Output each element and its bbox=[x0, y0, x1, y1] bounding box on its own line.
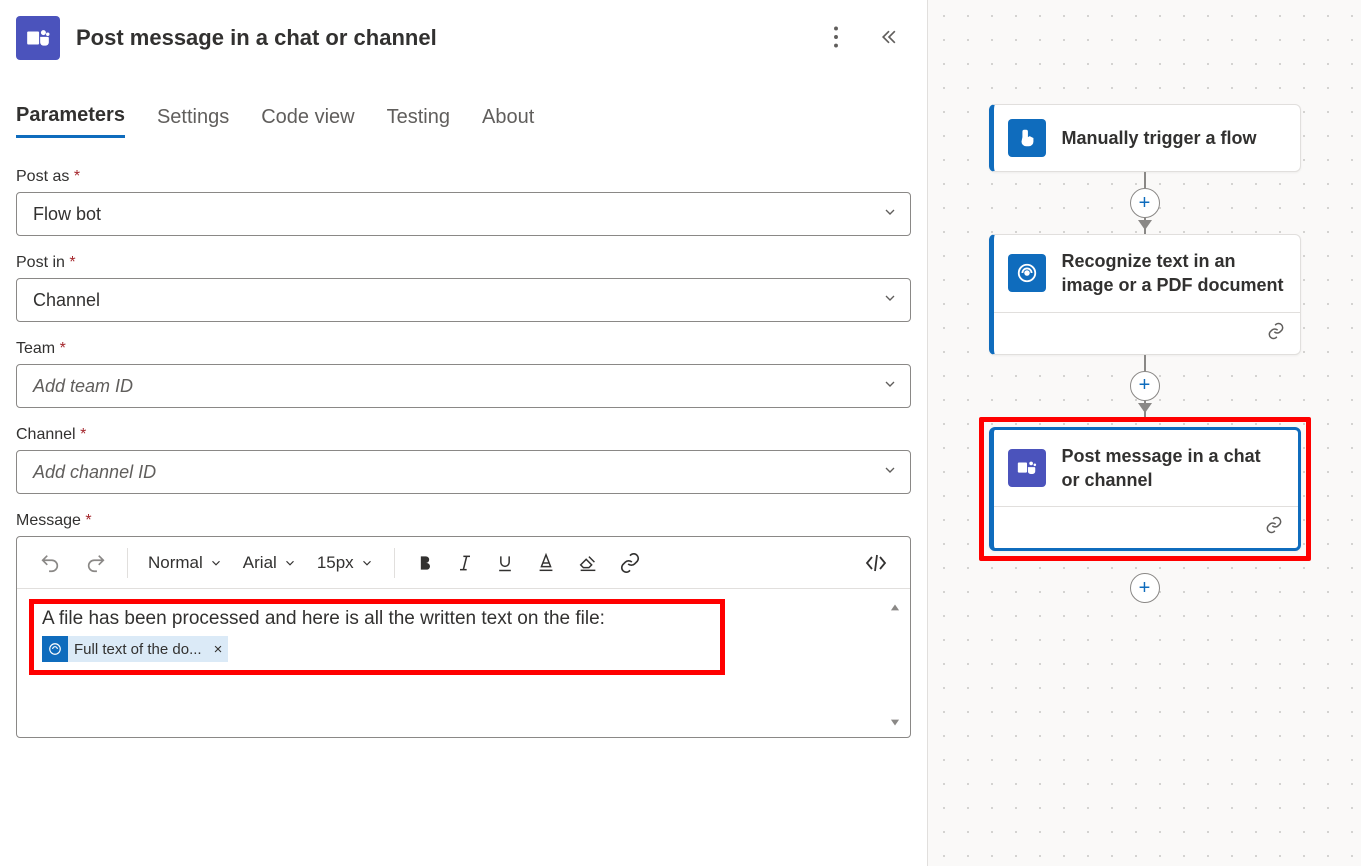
tab-settings[interactable]: Settings bbox=[157, 104, 229, 138]
scroll-indicator bbox=[888, 601, 902, 729]
field-post-in: Post in * Channel bbox=[16, 254, 911, 322]
code-view-button[interactable] bbox=[856, 547, 896, 579]
font-color-button[interactable] bbox=[527, 546, 565, 580]
panel-title: Post message in a chat or channel bbox=[76, 25, 813, 51]
dynamic-content-token[interactable]: Full text of the do... × bbox=[42, 636, 228, 662]
field-team: Team * Add team ID bbox=[16, 340, 911, 408]
flow-column: Manually trigger a flow + Recognize text… bbox=[979, 104, 1311, 603]
annotation-highlight: A file has been processed and here is al… bbox=[29, 599, 725, 675]
required-indicator: * bbox=[80, 426, 86, 443]
separator bbox=[394, 548, 395, 578]
flow-canvas[interactable]: Manually trigger a flow + Recognize text… bbox=[928, 0, 1361, 866]
highlight-button[interactable] bbox=[569, 546, 607, 580]
post-in-value: Channel bbox=[33, 290, 100, 311]
chevron-down-icon bbox=[882, 462, 898, 483]
link-icon bbox=[1266, 321, 1286, 346]
ai-icon bbox=[1008, 254, 1046, 292]
tab-code-view[interactable]: Code view bbox=[261, 104, 354, 138]
post-in-label: Post in bbox=[16, 254, 65, 271]
link-icon bbox=[1264, 515, 1284, 540]
config-panel: Post message in a chat or channel Parame… bbox=[0, 0, 928, 866]
post-as-label: Post as bbox=[16, 168, 69, 185]
annotation-highlight: Post message in a chat or channel bbox=[979, 417, 1311, 562]
team-label: Team bbox=[16, 340, 55, 357]
underline-button[interactable] bbox=[487, 547, 523, 579]
channel-placeholder: Add channel ID bbox=[33, 462, 156, 483]
chevron-down-icon bbox=[882, 376, 898, 397]
touch-icon bbox=[1008, 119, 1046, 157]
required-indicator: * bbox=[85, 512, 91, 529]
connector: + bbox=[1130, 172, 1160, 234]
node-title: Post message in a chat or channel bbox=[1062, 444, 1284, 493]
required-indicator: * bbox=[60, 340, 66, 357]
remove-token-button[interactable]: × bbox=[208, 641, 229, 658]
add-step-button[interactable]: + bbox=[1130, 573, 1160, 603]
field-message: Message * Normal Arial 15px bbox=[16, 512, 911, 738]
field-post-as: Post as * Flow bot bbox=[16, 168, 911, 236]
team-placeholder: Add team ID bbox=[33, 376, 133, 397]
post-as-select[interactable]: Flow bot bbox=[16, 192, 911, 236]
italic-button[interactable] bbox=[447, 547, 483, 579]
add-step-button[interactable]: + bbox=[1130, 371, 1160, 401]
tab-bar: Parameters Settings Code view Testing Ab… bbox=[16, 104, 911, 138]
editor-toolbar: Normal Arial 15px bbox=[17, 537, 910, 589]
message-editor: Normal Arial 15px A file has been proces… bbox=[16, 536, 911, 738]
team-select[interactable]: Add team ID bbox=[16, 364, 911, 408]
arrow-down-icon bbox=[1138, 217, 1152, 235]
required-indicator: * bbox=[69, 254, 75, 271]
font-size-select[interactable]: 15px bbox=[309, 547, 382, 579]
redo-button[interactable] bbox=[77, 546, 115, 580]
node-title: Manually trigger a flow bbox=[1062, 126, 1257, 150]
separator bbox=[127, 548, 128, 578]
more-button[interactable] bbox=[829, 22, 843, 55]
post-as-value: Flow bot bbox=[33, 204, 101, 225]
post-in-select[interactable]: Channel bbox=[16, 278, 911, 322]
channel-select[interactable]: Add channel ID bbox=[16, 450, 911, 494]
tab-testing[interactable]: Testing bbox=[387, 104, 450, 138]
teams-icon bbox=[1008, 449, 1046, 487]
editor-body[interactable]: A file has been processed and here is al… bbox=[17, 589, 910, 737]
flow-node-recognize-text[interactable]: Recognize text in an image or a PDF docu… bbox=[989, 234, 1301, 355]
chevron-down-icon bbox=[882, 204, 898, 225]
ai-icon bbox=[42, 636, 68, 662]
message-label: Message bbox=[16, 512, 81, 529]
chevron-down-icon bbox=[882, 290, 898, 311]
connector: + bbox=[1130, 355, 1160, 417]
teams-icon bbox=[16, 16, 60, 60]
arrow-down-icon bbox=[1138, 400, 1152, 418]
header-actions bbox=[829, 22, 903, 55]
channel-label: Channel bbox=[16, 426, 76, 443]
undo-button[interactable] bbox=[31, 546, 69, 580]
tab-parameters[interactable]: Parameters bbox=[16, 104, 125, 138]
node-title: Recognize text in an image or a PDF docu… bbox=[1062, 249, 1286, 298]
flow-node-trigger[interactable]: Manually trigger a flow bbox=[989, 104, 1301, 172]
message-text: A file has been processed and here is al… bbox=[42, 608, 712, 630]
required-indicator: * bbox=[74, 168, 80, 185]
add-step-button[interactable]: + bbox=[1130, 188, 1160, 218]
font-family-select[interactable]: Arial bbox=[235, 547, 305, 579]
flow-node-post-message[interactable]: Post message in a chat or channel bbox=[989, 427, 1301, 552]
panel-header: Post message in a chat or channel bbox=[16, 10, 911, 80]
token-label: Full text of the do... bbox=[68, 641, 208, 658]
tab-about[interactable]: About bbox=[482, 104, 534, 138]
paragraph-style-select[interactable]: Normal bbox=[140, 547, 231, 579]
bold-button[interactable] bbox=[407, 547, 443, 579]
link-button[interactable] bbox=[611, 546, 649, 580]
collapse-button[interactable] bbox=[875, 23, 903, 54]
field-channel: Channel * Add channel ID bbox=[16, 426, 911, 494]
